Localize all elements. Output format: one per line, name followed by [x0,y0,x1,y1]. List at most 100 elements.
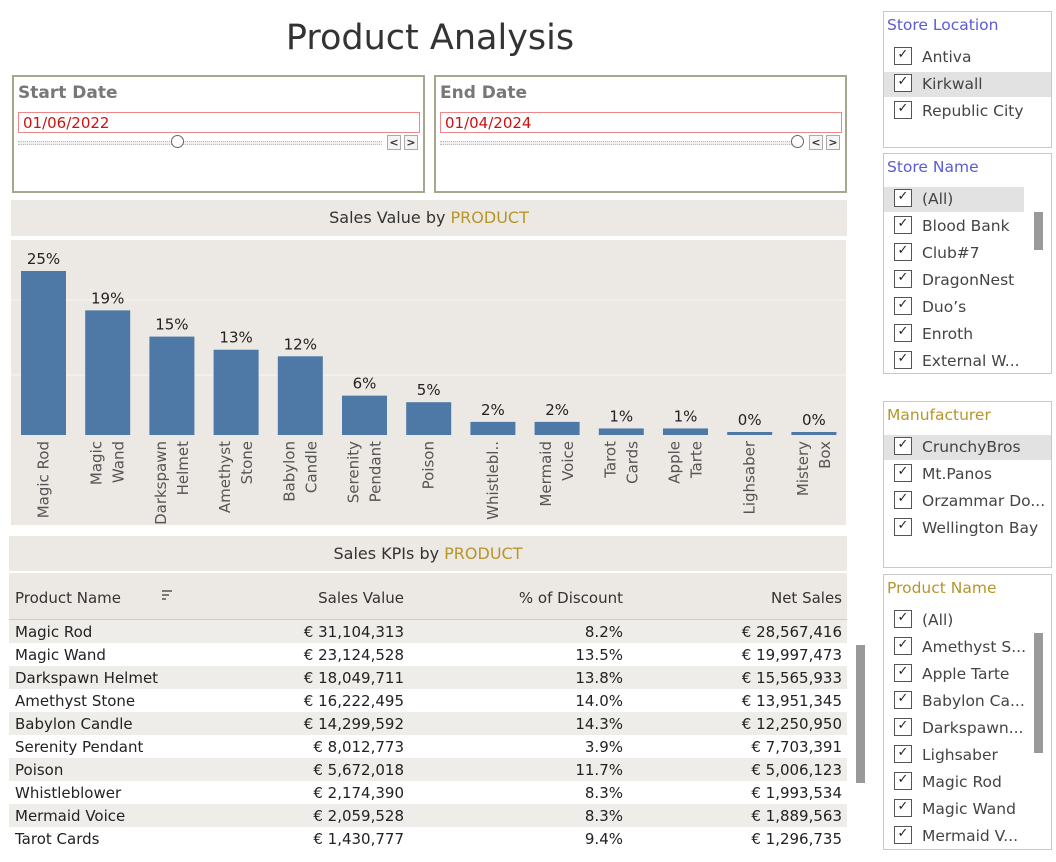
checkbox[interactable]: ✓ [894,351,912,369]
table-row[interactable]: Darkspawn Helmet € 18,049,711 13.8% € 15,56… [9,666,847,689]
table-row[interactable]: Whistleblower € 2,174,390 8.3% € 1,993,534 [9,781,847,804]
checkbox[interactable]: ✓ [894,772,912,790]
chevron-left-icon[interactable]: < [387,135,401,150]
checkbox[interactable]: ✓ [894,799,912,817]
data-label: 6% [353,375,377,393]
table-scrollbar[interactable] [856,645,865,783]
filter-item[interactable]: ✓ Wellington Bay [884,516,1051,541]
chart-bar[interactable] [85,310,131,435]
filter-item[interactable]: ✓ (All) [884,608,1024,633]
chevron-right-icon[interactable]: > [404,135,418,150]
table-row[interactable]: Amethyst Stone € 16,222,495 14.0% € 13,951,… [9,689,847,712]
table-row[interactable]: Mermaid Voice € 2,059,528 8.3% € 1,889,563 [9,804,847,827]
kpi-header-prefix: Sales KPIs by [333,544,445,563]
sort-icon[interactable] [160,588,174,606]
checkbox[interactable]: ✓ [894,270,912,288]
x-tick-label: Magic Rod [35,441,53,518]
filter-item[interactable]: ✓ Magic Wand [884,797,1024,822]
filter-item[interactable]: ✓ Lighsaber [884,743,1024,768]
checkbox[interactable]: ✓ [894,101,912,119]
filter-item[interactable]: ✓ Magic Rod [884,770,1024,795]
chart-header-prefix: Sales Value by [329,208,451,227]
chart-bar[interactable] [149,336,195,435]
filter-item[interactable]: ✓ Apple Tarte [884,662,1024,687]
start-date-input[interactable]: 01/06/2022 [18,112,420,133]
table-row[interactable]: Poison € 5,672,018 11.7% € 5,006,123 [9,758,847,781]
end-date-slider-track[interactable] [440,141,796,145]
checkbox[interactable]: ✓ [894,47,912,65]
checkbox[interactable]: ✓ [894,437,912,455]
filter-item[interactable]: ✓ Babylon Ca... [884,689,1025,714]
cell-product-name: Whistleblower [15,784,122,802]
chevron-right-icon[interactable]: > [826,135,840,150]
filter-item[interactable]: ✓ Darkspawn... [884,716,1024,741]
chart-bar[interactable] [277,356,323,435]
filter-scrollbar[interactable] [1034,212,1043,250]
chart-bar[interactable] [342,395,387,435]
chart-bar[interactable] [406,402,452,435]
filter-item[interactable]: ✓ Enroth [884,322,1024,347]
filter-item[interactable]: ✓ Amethyst S... [884,635,1026,660]
chart-bar[interactable] [213,349,259,435]
checkbox[interactable]: ✓ [894,243,912,261]
filter-item-label: External W... [922,352,1020,370]
checkbox[interactable]: ✓ [894,324,912,342]
checkbox[interactable]: ✓ [894,610,912,628]
chart-bar[interactable] [21,271,66,435]
filter-item[interactable]: ✓ DragonNest [884,268,1024,293]
filter-item[interactable]: ✓ CrunchyBros [884,435,1051,460]
filter-item[interactable]: ✓ Mermaid V... [884,824,1024,849]
chart-bar[interactable] [598,428,644,435]
filter-item[interactable]: ✓ (All) [884,187,1024,212]
start-date-slider-track[interactable] [18,141,382,145]
checkbox[interactable]: ✓ [894,74,912,92]
cell-net-sales: € 13,951,345 [741,692,842,710]
checkbox[interactable]: ✓ [894,637,912,655]
filter-item[interactable]: ✓ External W... [884,349,1024,374]
chart-bar[interactable] [470,421,516,435]
checkbox[interactable]: ✓ [894,745,912,763]
filter-item[interactable]: ✓ Kirkwall [884,72,1051,97]
checkbox[interactable]: ✓ [894,297,912,315]
checkbox[interactable]: ✓ [894,216,912,234]
filter-item[interactable]: ✓ Club#7 [884,241,1024,266]
filter-item[interactable]: ✓ Mt.Panos [884,462,1051,487]
filter-item-label: Babylon Ca... [922,692,1025,710]
checkbox[interactable]: ✓ [894,189,912,207]
filter-item[interactable]: ✓ Republic City [884,99,1051,124]
end-date-input[interactable]: 01/04/2024 [440,112,842,133]
chart-bar[interactable] [791,432,837,435]
filter-item[interactable]: ✓ Antiva [884,45,1051,70]
table-row[interactable]: Babylon Candle € 14,299,592 14.3% € 12,250,… [9,712,847,735]
kpi-header-accent: PRODUCT [444,544,523,563]
table-row[interactable]: Magic Rod € 31,104,313 8.2% € 28,567,416 [9,620,847,643]
filter-item-label: (All) [922,190,954,208]
start-date-slider-handle[interactable] [171,135,184,148]
column-header-net-sales[interactable]: Net Sales [771,589,842,607]
checkbox[interactable]: ✓ [894,718,912,736]
chart-bar[interactable] [534,421,580,435]
checkbox[interactable]: ✓ [894,826,912,844]
end-date-slider-handle[interactable] [791,135,804,148]
filter-item[interactable]: ✓ Orzammar Do... [884,489,1051,514]
cell-net-sales: € 28,567,416 [741,623,842,641]
chevron-left-icon[interactable]: < [809,135,823,150]
filter-scrollbar[interactable] [1034,633,1043,753]
column-header-sales-value[interactable]: Sales Value [318,589,404,607]
chart-bar[interactable] [663,428,708,435]
chart-bar[interactable] [727,432,773,435]
x-tick-label-line: Cards [623,441,641,484]
table-row[interactable]: Magic Wand € 23,124,528 13.5% € 19,997,473 [9,643,847,666]
checkbox[interactable]: ✓ [894,691,912,709]
checkbox[interactable]: ✓ [894,464,912,482]
column-header-product-name[interactable]: Product Name [15,589,121,607]
table-row[interactable]: Serenity Pendant € 8,012,773 3.9% € 7,703,3… [9,735,847,758]
table-row[interactable]: Tarot Cards € 1,430,777 9.4% € 1,296,735 [9,827,847,850]
checkbox[interactable]: ✓ [894,491,912,509]
checkbox[interactable]: ✓ [894,518,912,536]
column-header-discount[interactable]: % of Discount [519,589,623,607]
filter-item[interactable]: ✓ Blood Bank [884,214,1024,239]
checkbox[interactable]: ✓ [894,664,912,682]
filter-item[interactable]: ✓ Duo’s [884,295,1024,320]
cell-discount: 9.4% [584,830,623,848]
